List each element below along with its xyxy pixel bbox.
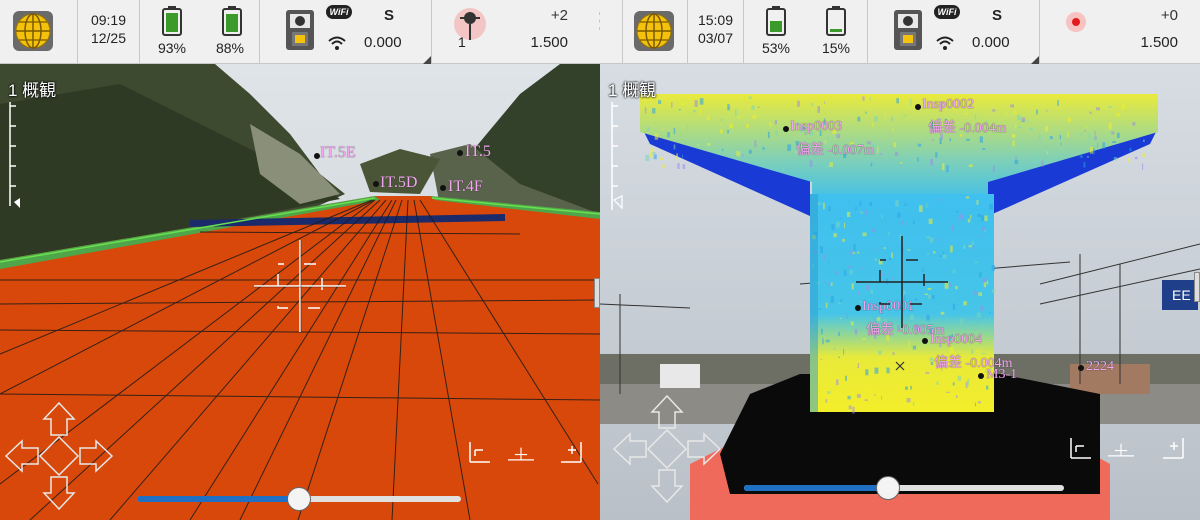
status-bar: 09:19 12/25 93% 88% WiFi S 0.000 1 +2 1.… <box>0 0 600 64</box>
corner-indicator <box>1031 56 1039 64</box>
crosshair-icon <box>254 240 346 332</box>
right-screen: 15:09 03/07 53% 15% WiFi S 0.000 +0 1.50… <box>600 0 1200 520</box>
view-title: 1 概観 <box>8 81 57 100</box>
3d-viewport[interactable]: EE 1 概観 Insp0002 偏差 -0.004m Insp0003 偏差 … <box>600 64 1200 520</box>
target-offset: +0 <box>1160 7 1178 24</box>
slider-knob[interactable] <box>287 487 311 511</box>
target-offset: +2 <box>550 7 568 24</box>
wifi-signal-icon <box>328 36 346 50</box>
instrument-value: 0.000 <box>972 34 1010 51</box>
status-bar: 15:09 03/07 53% 15% WiFi S 0.000 +0 1.50… <box>600 0 1200 64</box>
point-deviation-insp0003: 偏差 -0.007m <box>796 143 875 158</box>
datetime: 15:09 03/07 <box>688 0 744 64</box>
point-label-it5d: IT.5D <box>380 174 418 191</box>
dpad-icon[interactable] <box>4 401 114 511</box>
view-left-icon[interactable] <box>467 440 493 466</box>
wifi-badge: WiFi <box>326 5 352 19</box>
instrument-status[interactable]: WiFi S 0.000 <box>868 0 1040 64</box>
clock-date: 03/07 <box>697 30 734 46</box>
laser-dot-icon <box>1066 12 1086 32</box>
corner-indicator <box>423 56 431 64</box>
zoom-slider[interactable] <box>744 476 1064 500</box>
point-label-2224: 2224 <box>1086 359 1114 374</box>
globe-icon <box>13 11 53 51</box>
measure-mode: S <box>992 7 1003 24</box>
zoom-slider[interactable] <box>137 487 461 511</box>
total-station-icon <box>286 10 314 50</box>
globe-button[interactable] <box>0 0 78 64</box>
battery-icon <box>162 6 182 36</box>
point-marker <box>1078 365 1084 371</box>
point-marker <box>922 338 928 344</box>
target-status[interactable]: +0 1.500 <box>1040 0 1200 64</box>
slider-fill <box>137 496 299 502</box>
battery-icon <box>766 6 786 36</box>
scale-ruler-icon <box>611 102 623 210</box>
target-height: 1.500 <box>1140 34 1178 51</box>
instrument-value: 0.000 <box>364 34 402 51</box>
wifi-signal-icon <box>936 36 954 50</box>
view-left-icon[interactable] <box>1068 436 1094 462</box>
clock-date: 12/25 <box>90 30 127 46</box>
center-mark-icon <box>895 361 905 371</box>
point-marker <box>373 181 379 187</box>
target-number: 1 <box>458 34 466 50</box>
measure-mode: S <box>384 7 395 24</box>
datetime: 09:19 12/25 <box>78 0 140 64</box>
target-status[interactable]: 1 +2 1.500 <box>432 0 590 64</box>
target-height: 1.500 <box>530 34 568 51</box>
point-marker <box>440 185 446 191</box>
clock-time: 15:09 <box>697 12 734 28</box>
more-menu-button[interactable]: ⋮ <box>590 10 600 32</box>
3d-viewport[interactable]: 1 概観 IT.5E IT.5 IT.5D IT.4F <box>0 64 600 520</box>
instrument-status[interactable]: WiFi S 0.000 <box>260 0 432 64</box>
dpad-icon[interactable] <box>612 394 722 504</box>
point-label-it5: IT.5 <box>465 143 491 160</box>
view-title: 1 概観 <box>608 81 657 100</box>
scale-ruler-icon <box>9 102 20 208</box>
left-screen: 09:19 12/25 93% 88% WiFi S 0.000 1 +2 1.… <box>0 0 600 520</box>
battery-status[interactable]: 53% 15% <box>744 0 868 64</box>
point-label-it5e: IT.5E <box>320 144 356 161</box>
battery2-percent: 88% <box>215 40 245 56</box>
total-station-icon <box>894 10 922 50</box>
point-label-it4f: IT.4F <box>448 178 483 195</box>
battery-status[interactable]: 93% 88% <box>140 0 260 64</box>
view-top-icon[interactable] <box>1160 436 1186 462</box>
point-label-insp0004: Insp0004 <box>930 332 983 347</box>
point-marker <box>783 126 789 132</box>
globe-icon <box>634 11 674 51</box>
panel-resize-handle[interactable] <box>1194 272 1200 302</box>
view-top-icon[interactable] <box>558 440 584 466</box>
sign-text: EE <box>1172 287 1191 303</box>
battery-icon <box>826 6 846 36</box>
crosshair-icon <box>856 236 948 328</box>
battery1-percent: 93% <box>157 40 187 56</box>
clock-time: 09:19 <box>90 12 127 28</box>
point-label-insp0002: Insp0002 <box>922 97 975 112</box>
point-marker <box>915 104 921 110</box>
view-front-icon[interactable] <box>508 440 534 466</box>
point-label-m3-1: M3-1 <box>986 367 1018 382</box>
point-deviation-insp0002: 偏差 -0.004m <box>928 121 1007 136</box>
slider-fill <box>744 485 888 491</box>
point-label-insp0003: Insp0003 <box>790 119 843 134</box>
slider-knob[interactable] <box>876 476 900 500</box>
globe-button[interactable] <box>622 0 688 64</box>
battery-icon <box>222 6 242 36</box>
battery2-percent: 15% <box>821 40 851 56</box>
point-marker <box>457 150 463 156</box>
wifi-badge: WiFi <box>934 5 960 19</box>
point-marker <box>978 373 984 379</box>
battery1-percent: 53% <box>761 40 791 56</box>
view-front-icon[interactable] <box>1108 436 1134 462</box>
